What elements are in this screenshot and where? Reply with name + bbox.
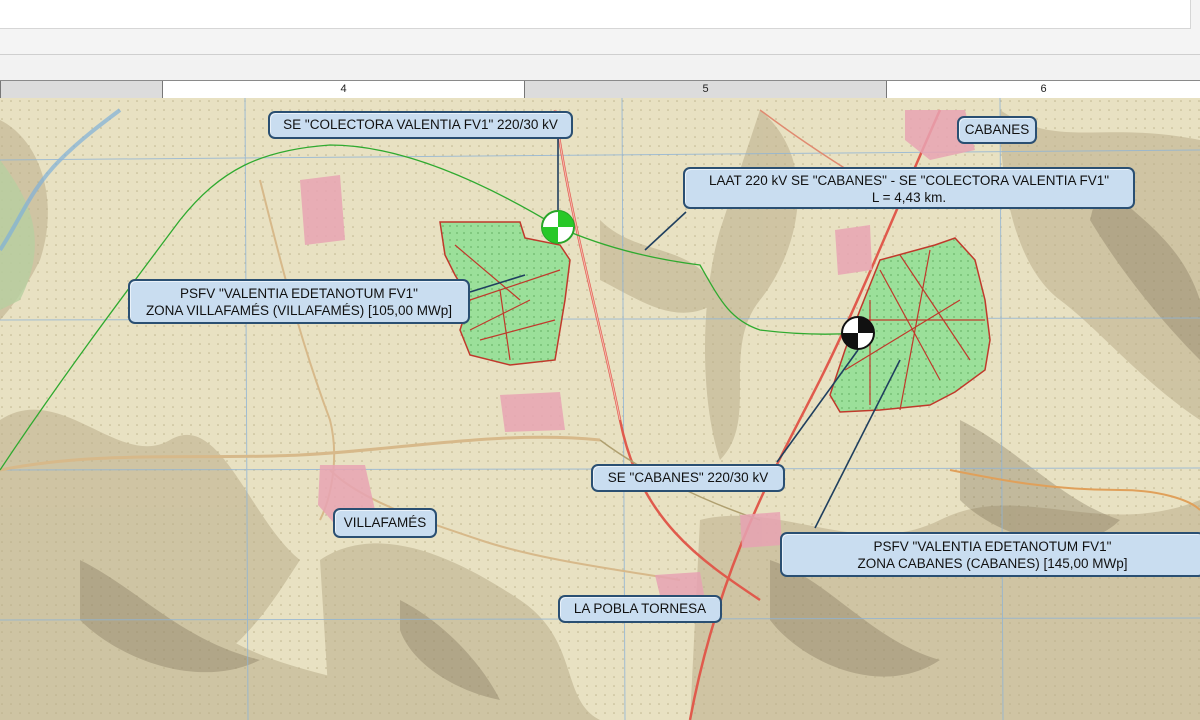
callout-laat-line-text-2: L = 4,43 km.: [871, 190, 947, 205]
callout-se-colectora[interactable]: SE "COLECTORA VALENTIA FV1" 220/30 kV: [268, 111, 573, 139]
callout-villafames-town[interactable]: VILLAFAMÉS: [333, 508, 437, 538]
callout-cabanes-town[interactable]: CABANES: [957, 116, 1037, 144]
callout-psfv-cabanes[interactable]: PSFV "VALENTIA EDETANOTUM FV1" ZONA CABA…: [780, 532, 1200, 577]
top-blank-field: [0, 0, 1191, 29]
callout-se-cabanes[interactable]: SE "CABANES" 220/30 kV: [591, 464, 785, 492]
window-top-bar: [0, 0, 1200, 55]
callout-psfv-cabanes-text-1: PSFV "VALENTIA EDETANOTUM FV1": [873, 539, 1112, 554]
callout-la-pobla-tornesa-text: LA POBLA TORNESA: [573, 601, 707, 616]
topographic-map[interactable]: SE "COLECTORA VALENTIA FV1" 220/30 kV CA…: [0, 98, 1200, 720]
callout-laat-line-text-1: LAAT 220 kV SE "CABANES" - SE "COLECTORA…: [708, 173, 1110, 188]
callout-se-colectora-text: SE "COLECTORA VALENTIA FV1" 220/30 kV: [283, 117, 558, 132]
callout-psfv-villafames[interactable]: PSFV "VALENTIA EDETANOTUM FV1" ZONA VILL…: [128, 279, 470, 324]
callout-villafames-town-text: VILLAFAMÉS: [343, 515, 427, 530]
map-grid-ruler: 4 5 6: [0, 80, 1200, 99]
callout-laat-line[interactable]: LAAT 220 kV SE "CABANES" - SE "COLECTORA…: [683, 167, 1135, 209]
substation-symbol-black[interactable]: [841, 316, 875, 350]
callout-cabanes-town-text: CABANES: [964, 122, 1030, 137]
callout-psfv-cabanes-text-2: ZONA CABANES (CABANES) [145,00 MWp]: [857, 556, 1128, 571]
callout-se-cabanes-text: SE "CABANES" 220/30 kV: [607, 470, 769, 485]
callout-psfv-villafames-text-1: PSFV "VALENTIA EDETANOTUM FV1": [180, 286, 418, 301]
callout-la-pobla-tornesa[interactable]: LA POBLA TORNESA: [558, 595, 722, 623]
substation-symbol-green[interactable]: [541, 210, 575, 244]
ruler-label-6: 6: [886, 81, 1200, 98]
ruler-label-4: 4: [162, 81, 524, 98]
ruler-segment: [0, 81, 162, 98]
callout-psfv-villafames-text-2: ZONA VILLAFAMÉS (VILLAFAMÉS) [105,00 MWp…: [145, 303, 453, 318]
ruler-label-5: 5: [524, 81, 886, 98]
